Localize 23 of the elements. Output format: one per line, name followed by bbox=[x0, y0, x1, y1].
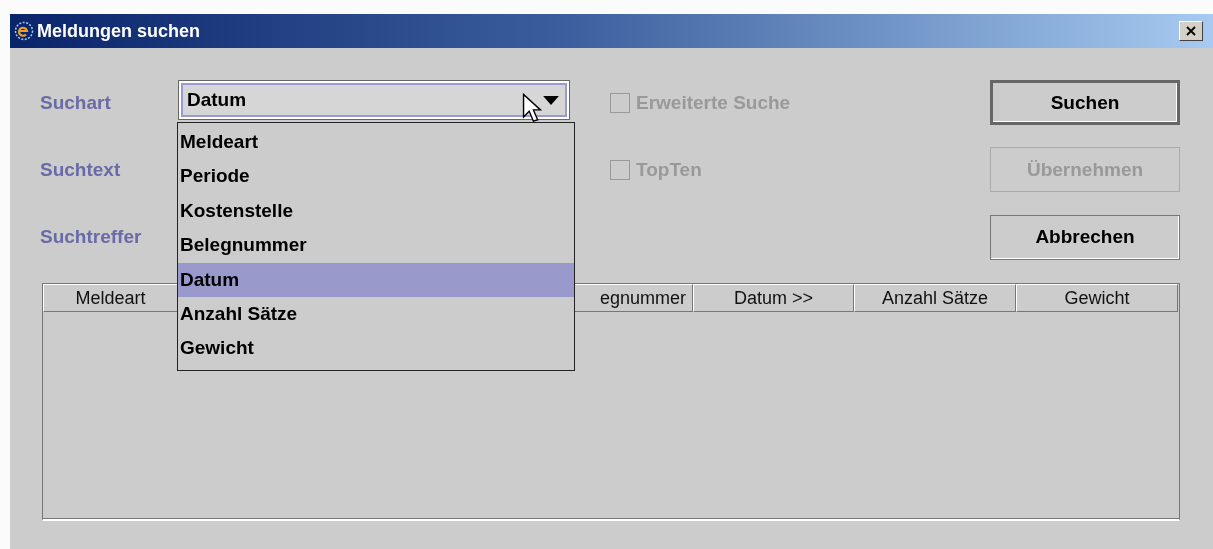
field-label: Suchart bbox=[40, 91, 112, 114]
column-header[interactable]: Anzahl Sätze bbox=[854, 284, 1016, 312]
dropdown-option[interactable]: Meldeart bbox=[178, 125, 574, 160]
close-icon bbox=[1186, 26, 1196, 36]
dropdown-option[interactable]: Anzahl Sätze bbox=[178, 296, 574, 332]
dropdown-option[interactable]: Kostenstelle bbox=[178, 193, 574, 229]
close-button[interactable] bbox=[1179, 21, 1203, 41]
window-title: Meldungen suchen bbox=[37, 20, 200, 42]
mouse-pointer-icon bbox=[522, 93, 542, 124]
search-type-dropdown[interactable]: Datum bbox=[178, 80, 570, 120]
dialog-button[interactable]: Suchen bbox=[990, 80, 1180, 125]
app-logo-icon bbox=[14, 21, 34, 41]
dropdown-option[interactable]: Datum bbox=[178, 262, 574, 297]
field-label: Suchtext bbox=[40, 158, 122, 181]
caret-icon bbox=[543, 95, 559, 105]
column-header[interactable]: Meldeart bbox=[43, 284, 178, 312]
column-header[interactable]: Datum >> bbox=[693, 284, 854, 312]
dropdown-option[interactable]: Periode bbox=[178, 159, 574, 194]
dropdown-option[interactable]: Belegnummer bbox=[178, 228, 574, 263]
dialog-button[interactable]: Abbrechen bbox=[990, 214, 1180, 260]
dropdown-option[interactable]: Gewicht bbox=[178, 331, 574, 366]
column-header[interactable]: Gewicht bbox=[1016, 284, 1178, 312]
field-label: Suchtreffer bbox=[40, 226, 143, 248]
